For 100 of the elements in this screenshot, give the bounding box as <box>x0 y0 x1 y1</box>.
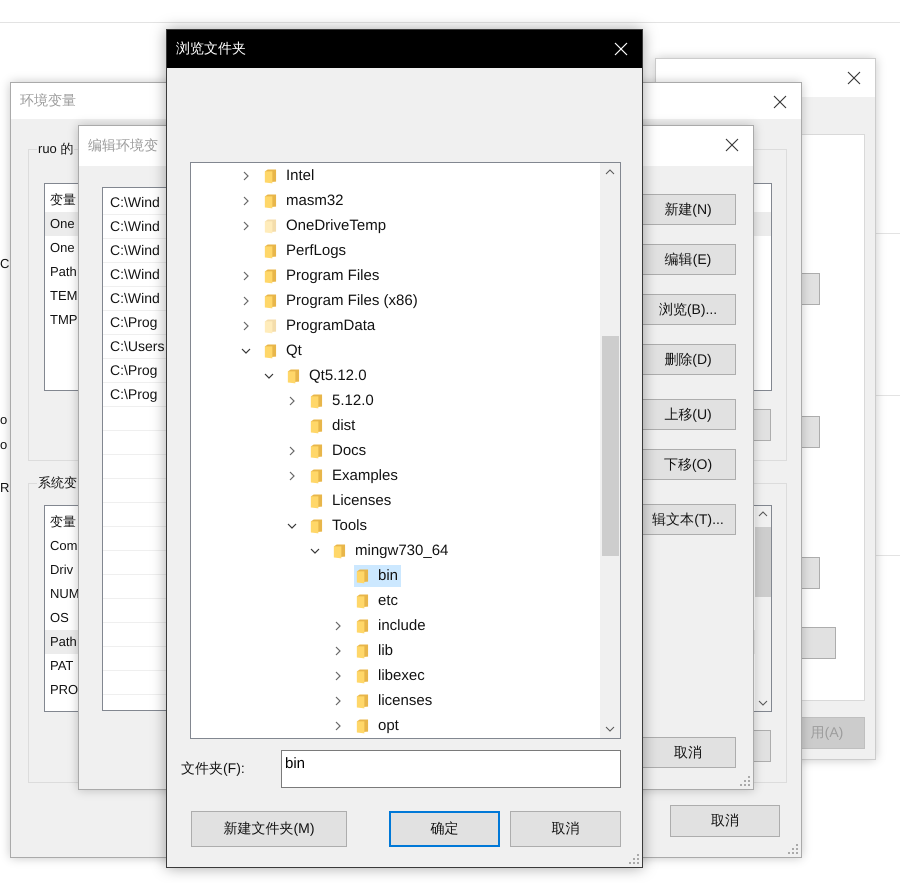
scroll-down-icon[interactable] <box>605 726 615 732</box>
folder-name: masm32 <box>286 192 344 209</box>
tree-item[interactable]: Docs <box>308 440 370 462</box>
tree-item[interactable]: Program Files <box>262 264 382 286</box>
folder-name: Program Files <box>286 267 380 284</box>
folder-name: PerfLogs <box>286 242 346 259</box>
collapse-chevron-icon[interactable] <box>310 546 320 556</box>
expand-chevron-icon[interactable] <box>287 446 297 456</box>
tree-item[interactable]: lib <box>354 640 396 662</box>
tree-item[interactable]: Licenses <box>308 490 394 512</box>
folder-icon <box>264 318 277 334</box>
expand-chevron-icon[interactable] <box>241 296 251 306</box>
tree-item[interactable]: OneDriveTemp <box>262 214 390 236</box>
background-text: o <box>0 412 8 428</box>
folder-name: ProgramData <box>286 317 376 334</box>
tree-item[interactable]: etc <box>354 590 402 612</box>
collapse-chevron-icon[interactable] <box>241 346 251 356</box>
tree-item[interactable]: Program Files (x86) <box>262 290 421 312</box>
close-icon[interactable] <box>773 95 787 109</box>
folder-name: mingw730_64 <box>355 542 448 559</box>
tree-item[interactable]: Examples <box>308 464 401 486</box>
folder-icon <box>333 542 346 558</box>
folder-icon <box>264 342 277 358</box>
window-title: 浏览文件夹 <box>176 40 246 58</box>
folder-icon <box>310 468 323 484</box>
tree-item[interactable]: Qt5.12.0 <box>285 364 370 386</box>
cancel-button[interactable]: 取消 <box>640 737 736 768</box>
expand-chevron-icon[interactable] <box>241 320 251 330</box>
tree-item[interactable]: 5.12.0 <box>308 390 377 412</box>
resize-grip-icon[interactable] <box>740 776 750 786</box>
action-button[interactable]: 删除(D) <box>640 344 736 375</box>
expand-chevron-icon[interactable] <box>333 696 343 706</box>
scroll-up-icon[interactable] <box>758 511 768 517</box>
scroll-up-icon[interactable] <box>605 169 615 175</box>
action-button[interactable]: 辑文本(T)... <box>640 504 736 535</box>
expand-chevron-icon[interactable] <box>241 196 251 206</box>
expand-chevron-icon[interactable] <box>287 470 297 480</box>
folder-name: dist <box>332 417 356 434</box>
group-label: ruo 的 <box>37 140 74 158</box>
expand-chevron-icon[interactable] <box>333 646 343 656</box>
collapse-chevron-icon[interactable] <box>264 370 274 380</box>
dialog-button[interactable]: 取消 <box>510 811 621 847</box>
scrollbar[interactable] <box>600 163 620 738</box>
tree-item[interactable]: Intel <box>262 164 318 186</box>
tree-item[interactable]: include <box>354 614 429 636</box>
folder-icon <box>310 518 323 534</box>
folder-name: OneDriveTemp <box>286 217 386 234</box>
folder-icon <box>264 218 277 234</box>
dialog-button[interactable]: 确定 <box>389 811 500 847</box>
expand-chevron-icon[interactable] <box>333 670 343 680</box>
folder-name: lib <box>378 642 394 659</box>
action-button[interactable]: 浏览(B)... <box>640 294 736 325</box>
folder-name: Qt5.12.0 <box>309 367 367 384</box>
group-label: 系统变 <box>37 474 78 492</box>
tree-item[interactable]: masm32 <box>262 190 347 212</box>
expand-chevron-icon[interactable] <box>241 170 251 180</box>
tree-item[interactable]: dist <box>308 414 358 436</box>
folder-icon <box>356 592 369 608</box>
action-button[interactable]: 新建(N) <box>640 194 736 225</box>
folder-name: libexec <box>378 667 425 684</box>
window-title: 编辑环境变 <box>88 137 158 155</box>
folder-icon <box>310 492 323 508</box>
window-title: 环境变量 <box>20 92 76 110</box>
tree-item[interactable]: ProgramData <box>262 314 378 336</box>
field-label: 文件夹(F): <box>181 760 246 778</box>
folder-icon <box>310 442 323 458</box>
tree-item[interactable]: licenses <box>354 690 436 712</box>
dialog-button[interactable]: 新建文件夹(M) <box>191 811 347 847</box>
expand-chevron-icon[interactable] <box>241 220 251 230</box>
tree-item[interactable]: bin <box>354 564 402 586</box>
scroll-down-icon[interactable] <box>758 700 768 706</box>
close-icon[interactable] <box>725 138 739 152</box>
tree-item[interactable]: libexec <box>354 664 428 686</box>
expand-chevron-icon[interactable] <box>241 270 251 280</box>
expand-chevron-icon[interactable] <box>333 620 343 630</box>
cancel-button[interactable]: 取消 <box>670 805 780 837</box>
folder-icon <box>356 718 369 734</box>
tree-item[interactable]: PerfLogs <box>262 240 350 262</box>
folder-name: include <box>378 617 426 634</box>
folder-icon <box>287 368 300 384</box>
folder-icon <box>264 192 277 208</box>
close-icon[interactable] <box>847 71 861 85</box>
folder-name: Examples <box>332 467 398 484</box>
resize-grip-icon[interactable] <box>629 854 639 864</box>
tree-item[interactable]: mingw730_64 <box>331 540 452 562</box>
scrollbar[interactable] <box>755 506 771 711</box>
folder-name: Tools <box>332 517 368 534</box>
tree-item[interactable]: Qt <box>262 340 305 362</box>
resize-grip-icon[interactable] <box>788 844 798 854</box>
action-button[interactable]: 下移(O) <box>640 449 736 480</box>
folder-icon <box>310 392 323 408</box>
action-button[interactable]: 上移(U) <box>640 399 736 430</box>
folder-input-field[interactable]: bin <box>281 750 621 788</box>
action-button[interactable]: 编辑(E) <box>640 244 736 275</box>
expand-chevron-icon[interactable] <box>333 720 343 730</box>
tree-item[interactable]: opt <box>354 714 402 736</box>
collapse-chevron-icon[interactable] <box>287 520 297 530</box>
expand-chevron-icon[interactable] <box>287 396 297 406</box>
folder-icon <box>356 692 369 708</box>
tree-item[interactable]: Tools <box>308 514 370 536</box>
